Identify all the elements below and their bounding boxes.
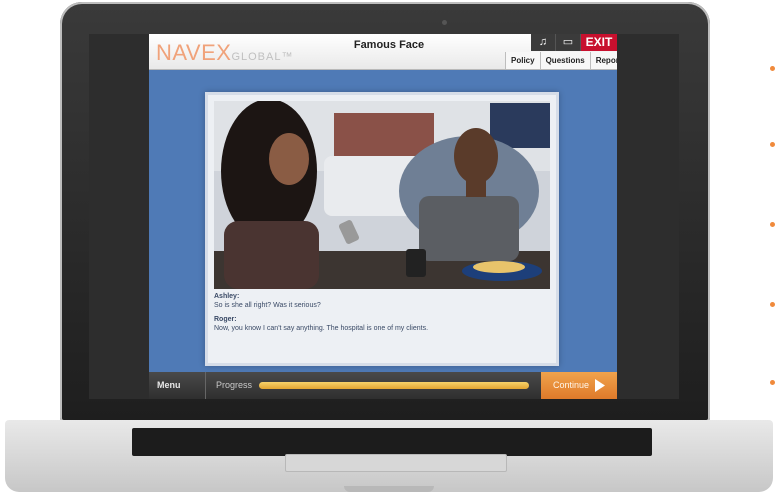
exit-button[interactable]: EXIT	[581, 34, 617, 51]
course-title: Famous Face	[353, 39, 425, 51]
scene-photo	[214, 101, 550, 289]
music-icon[interactable]: ♫	[531, 34, 556, 51]
divider	[205, 372, 206, 399]
dialogue-text: Ashley: So is she all right? Was it seri…	[214, 293, 550, 339]
tab-report[interactable]: Report	[589, 52, 617, 69]
progress-label: Progress	[216, 380, 253, 390]
bullet-dot	[770, 302, 775, 307]
bullet-dot	[770, 142, 775, 147]
keyboard	[132, 428, 652, 456]
logo-main: NAVEX	[156, 40, 232, 65]
header-bar: NAVEXGLOBAL™ Famous Face ♫ ▭ EXIT Policy…	[149, 34, 617, 70]
navex-logo: NAVEXGLOBAL™	[156, 40, 293, 66]
tab-policy[interactable]: Policy	[505, 52, 540, 69]
scene-illustration	[214, 101, 550, 289]
nav-tabs: Policy Questions Report	[505, 52, 617, 69]
scene-card: Ashley: So is she all right? Was it seri…	[205, 92, 559, 366]
bullet-dot	[770, 66, 775, 71]
course-player: NAVEXGLOBAL™ Famous Face ♫ ▭ EXIT Policy…	[149, 34, 617, 399]
trackpad	[285, 454, 507, 472]
continue-label: Continue	[553, 380, 590, 390]
dialogue-line-1: Ashley: So is she all right? Was it seri…	[214, 293, 550, 310]
continue-button[interactable]: Continue	[541, 372, 617, 399]
header-icons: ♫ ▭ EXIT	[531, 34, 617, 51]
lid-notch	[344, 486, 434, 492]
bullet-dot	[770, 222, 775, 227]
window-icon[interactable]: ▭	[556, 34, 581, 51]
speaker-line: Now, you know I can't say anything. The …	[214, 324, 429, 332]
play-arrow-icon	[595, 379, 605, 392]
speaker-name: Ashley:	[214, 293, 240, 300]
bullet-dot	[770, 380, 775, 385]
camera	[442, 20, 447, 25]
speaker-name: Roger:	[214, 316, 237, 323]
speaker-line: So is she all right? Was it serious?	[214, 301, 321, 309]
progress-fill	[259, 382, 529, 389]
menu-button[interactable]: Menu	[157, 372, 181, 399]
logo-sub: GLOBAL™	[231, 51, 294, 63]
bottom-bar: Menu Progress Continue	[149, 372, 617, 399]
tab-questions[interactable]: Questions	[539, 52, 590, 69]
progress-bar	[259, 382, 529, 389]
screen: NAVEXGLOBAL™ Famous Face ♫ ▭ EXIT Policy…	[89, 34, 679, 399]
dialogue-line-2: Roger: Now, you know I can't say anythin…	[214, 316, 550, 333]
